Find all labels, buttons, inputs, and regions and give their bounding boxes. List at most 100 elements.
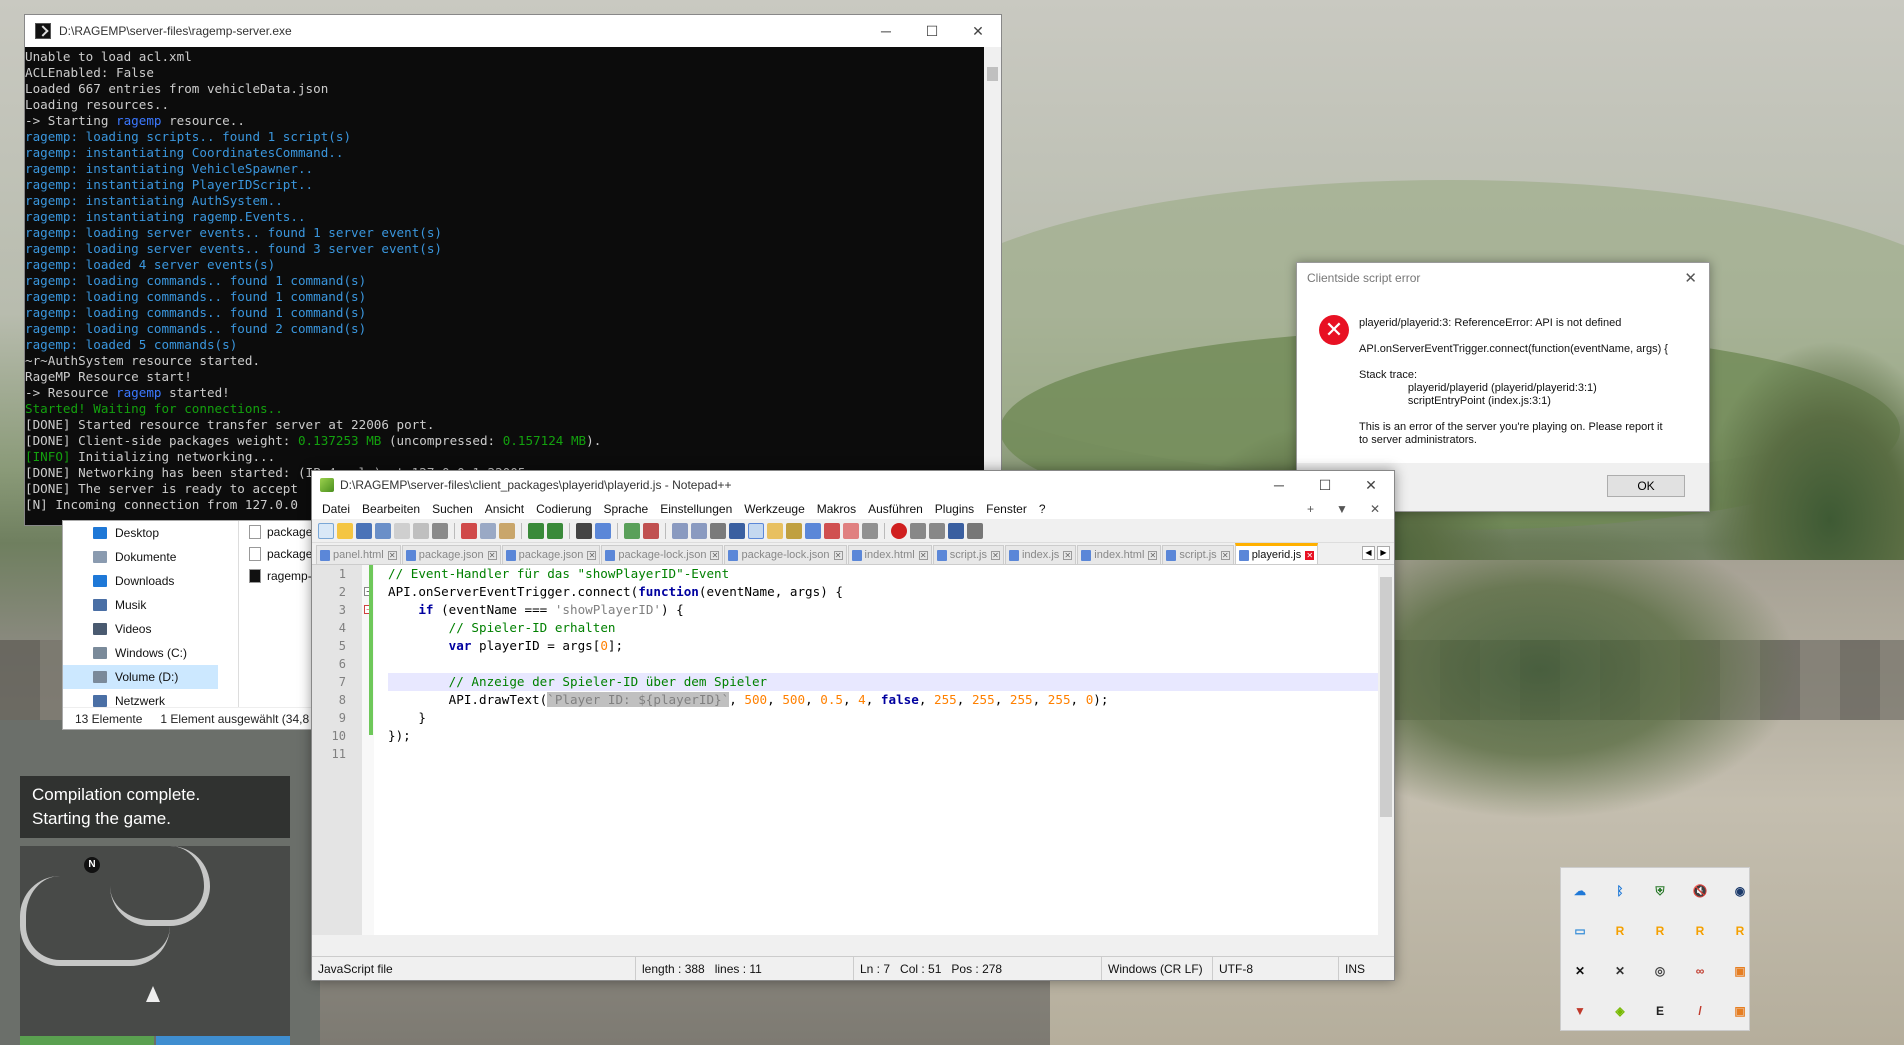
stop-macro-icon[interactable]	[910, 522, 926, 539]
tab-close-icon[interactable]: ✕	[387, 550, 397, 560]
menu-item-?[interactable]: ?	[1033, 502, 1052, 516]
tab-close-icon[interactable]: ✕	[710, 550, 720, 560]
show-all-chars-icon[interactable]	[729, 522, 745, 539]
menu-item-einstellungen[interactable]: Einstellungen	[654, 502, 738, 516]
preview-icon[interactable]	[862, 522, 878, 539]
defender-icon[interactable]: ⛨	[1649, 880, 1671, 902]
maximize-button[interactable]: ☐	[1302, 477, 1348, 494]
tab-close-icon[interactable]: ✕	[833, 550, 843, 560]
status-encoding[interactable]: UTF-8	[1213, 957, 1339, 980]
ragemp-icon[interactable]: ▣	[1729, 1000, 1751, 1022]
dialog-titlebar[interactable]: Clientside script error ✕	[1297, 263, 1709, 293]
tab-close-icon[interactable]: ✕	[1148, 550, 1158, 560]
cut-icon[interactable]	[461, 522, 477, 539]
tab-index-js[interactable]: index.js ✕	[1004, 545, 1077, 564]
monitoring-icon[interactable]	[843, 522, 859, 539]
menu-item-plugins[interactable]: Plugins	[929, 502, 980, 516]
menu-item-makros[interactable]: Makros	[811, 502, 862, 516]
rockstar-icon[interactable]: R	[1689, 920, 1711, 942]
nav-item-videos[interactable]: Videos	[63, 617, 218, 641]
minimize-button[interactable]: ─	[863, 23, 909, 40]
open-file-icon[interactable]	[337, 522, 353, 539]
udl-icon[interactable]	[767, 522, 783, 539]
close-doc-button[interactable]: ✕	[1364, 502, 1386, 516]
volume-muted-icon[interactable]: 🔇	[1689, 880, 1711, 902]
menu-item-bearbeiten[interactable]: Bearbeiten	[356, 502, 426, 516]
npp-titlebar[interactable]: D:\RAGEMP\server-files\client_packages\p…	[312, 471, 1394, 499]
sync-horizontal-icon[interactable]	[691, 522, 707, 539]
ragemp-icon[interactable]: ▣	[1729, 960, 1751, 982]
tab-index-html[interactable]: index.html ✕	[1077, 545, 1162, 564]
new-file-icon[interactable]	[318, 522, 334, 539]
print-icon[interactable]	[432, 522, 448, 539]
tab-close-icon[interactable]: ✕	[918, 550, 928, 560]
pen-icon[interactable]: /	[1689, 1000, 1711, 1022]
tab-close-icon[interactable]: ✕	[1305, 550, 1315, 560]
creative-cloud-icon[interactable]: ∞	[1689, 960, 1711, 982]
nav-item-desktop[interactable]: Desktop	[63, 521, 218, 545]
x-app-icon[interactable]: ✕	[1569, 960, 1591, 982]
editor-scrollbar[interactable]	[1378, 565, 1394, 935]
function-list-icon[interactable]	[805, 522, 821, 539]
code-content[interactable]: // Event-Handler für das "showPlayerID"-…	[388, 565, 1378, 763]
tab-package-lock-json[interactable]: package-lock.json ✕	[601, 545, 724, 564]
status-eol[interactable]: Windows (CR LF)	[1102, 957, 1213, 980]
tab-close-icon[interactable]: ✕	[487, 550, 497, 560]
play-macro-icon[interactable]	[929, 522, 945, 539]
menu-item-sprache[interactable]: Sprache	[598, 502, 655, 516]
tab-scroll-right-button[interactable]: ▶	[1377, 546, 1390, 560]
close-button[interactable]: ✕	[955, 23, 1001, 40]
close-button[interactable]: ✕	[1348, 477, 1394, 494]
tab-list-button[interactable]: ▼	[1330, 502, 1354, 516]
vpn-icon[interactable]: ▼	[1569, 1000, 1591, 1022]
menu-item-codierung[interactable]: Codierung	[530, 502, 597, 516]
tab-panel-html[interactable]: panel.html ✕	[316, 545, 401, 564]
close-all-icon[interactable]	[413, 522, 429, 539]
camera-icon[interactable]: ◎	[1649, 960, 1671, 982]
tab-scroll-left-button[interactable]: ◀	[1362, 546, 1375, 560]
rockstar-icon[interactable]: R	[1649, 920, 1671, 942]
menu-item-suchen[interactable]: Suchen	[426, 502, 479, 516]
tab-close-icon[interactable]: ✕	[587, 550, 597, 560]
nav-item-downloads[interactable]: Downloads	[63, 569, 218, 593]
menu-item-ausführen[interactable]: Ausführen	[862, 502, 929, 516]
tab-package-json[interactable]: package.json ✕	[501, 545, 601, 564]
zoom-in-icon[interactable]	[624, 522, 640, 539]
tab-index-html[interactable]: index.html ✕	[847, 545, 932, 564]
tab-close-icon[interactable]: ✕	[1063, 550, 1073, 560]
paste-icon[interactable]	[499, 522, 515, 539]
tab-close-icon[interactable]: ✕	[1220, 550, 1230, 560]
nav-item-windows-c-[interactable]: Windows (C:)	[63, 641, 218, 665]
nvidia-icon[interactable]: ◈	[1609, 1000, 1631, 1022]
onedrive-icon[interactable]: ☁	[1569, 880, 1591, 902]
bluetooth-icon[interactable]: ᛒ	[1609, 880, 1631, 902]
tab-playerid-js[interactable]: playerid.js ✕	[1234, 543, 1319, 564]
dialog-close-button[interactable]: ✕	[1684, 269, 1697, 287]
copy-icon[interactable]	[480, 522, 496, 539]
tab-script-js[interactable]: script.js ✕	[932, 545, 1004, 564]
redo-icon[interactable]	[547, 522, 563, 539]
run-macro-multiple-icon[interactable]	[948, 522, 964, 539]
doc-map-icon[interactable]	[786, 522, 802, 539]
rockstar-icon[interactable]: R	[1609, 920, 1631, 942]
save-macro-icon[interactable]	[967, 522, 983, 539]
ok-button[interactable]: OK	[1607, 475, 1685, 497]
tab-package-lock-json[interactable]: package-lock.json ✕	[724, 545, 847, 564]
menu-item-fenster[interactable]: Fenster	[980, 502, 1033, 516]
rockstar-icon[interactable]: R	[1729, 920, 1751, 942]
find-icon[interactable]	[576, 522, 592, 539]
maximize-button[interactable]: ☐	[909, 23, 955, 40]
sync-vertical-icon[interactable]	[672, 522, 688, 539]
tab-close-icon[interactable]: ✕	[990, 550, 1000, 560]
indent-guide-icon[interactable]	[748, 522, 764, 539]
epic-icon[interactable]: E	[1649, 1000, 1671, 1022]
minimize-button[interactable]: ─	[1256, 477, 1302, 494]
tab-script-js[interactable]: script.js ✕	[1162, 545, 1234, 564]
new-tab-button[interactable]: +	[1301, 502, 1320, 516]
console-scrollbar[interactable]	[984, 47, 1001, 525]
menu-item-ansicht[interactable]: Ansicht	[479, 502, 530, 516]
replace-icon[interactable]	[595, 522, 611, 539]
steam-icon[interactable]: ◉	[1729, 880, 1751, 902]
code-editor[interactable]: 1234567891011 − − // Event-Handler für d…	[312, 565, 1394, 935]
save-all-icon[interactable]	[375, 522, 391, 539]
